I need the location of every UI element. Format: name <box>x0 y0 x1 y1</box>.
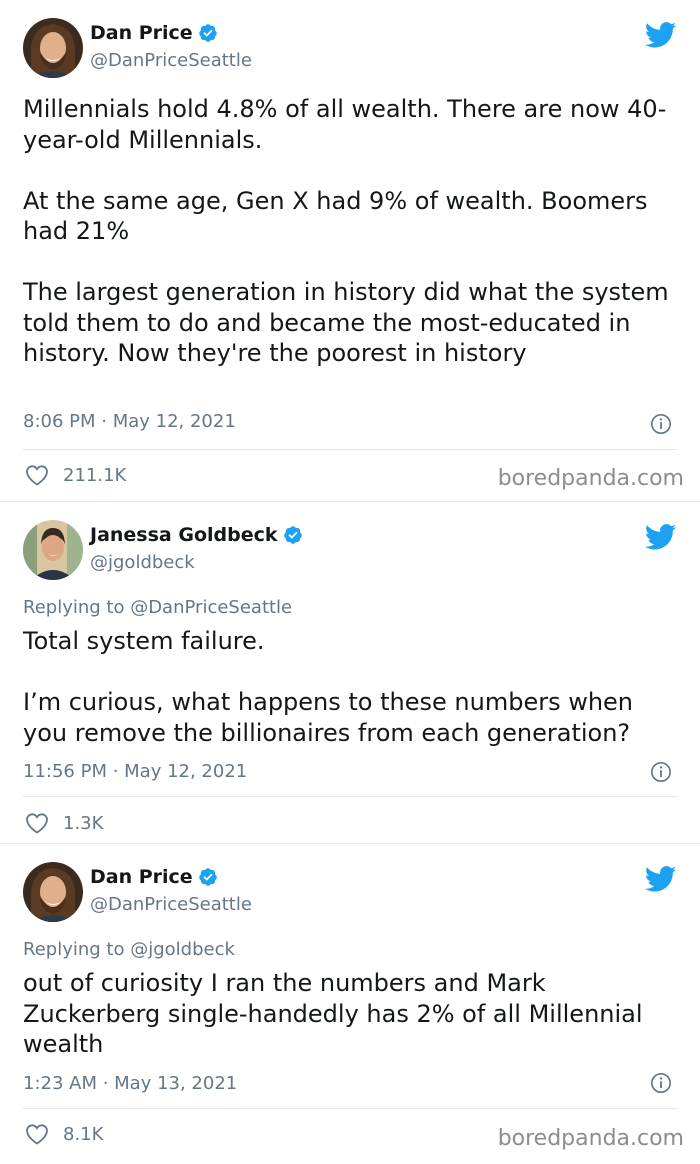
avatar[interactable] <box>23 862 83 922</box>
tweet-text: Total system failure. I’m curious, what … <box>23 627 634 747</box>
author-name[interactable]: Dan Price <box>90 22 193 44</box>
verified-badge-icon <box>198 23 218 43</box>
twitter-bird-icon[interactable] <box>645 866 677 892</box>
author-row: Dan Price <box>90 22 218 44</box>
tweet-text: Millennials hold 4.8% of all wealth. The… <box>23 95 669 367</box>
info-icon[interactable] <box>650 1072 672 1094</box>
info-icon[interactable] <box>650 413 672 435</box>
author-name[interactable]: Janessa Goldbeck <box>90 524 278 546</box>
watermark: boredpanda.com <box>497 466 684 491</box>
tweet-timestamp[interactable]: 8:06 PM · May 12, 2021 <box>23 411 236 432</box>
heart-icon <box>25 1123 49 1145</box>
like-count: 211.1K <box>63 464 127 486</box>
tweet-timestamp[interactable]: 11:56 PM · May 12, 2021 <box>23 761 247 782</box>
twitter-bird-icon[interactable] <box>645 22 677 48</box>
heart-icon <box>25 464 49 486</box>
author-handle[interactable]: @DanPriceSeattle <box>90 50 252 71</box>
author-handle[interactable]: @jgoldbeck <box>90 552 195 573</box>
tweet-timestamp[interactable]: 1:23 AM · May 13, 2021 <box>23 1073 237 1094</box>
divider <box>23 1108 677 1109</box>
bearded-man-avatar-icon <box>23 18 83 78</box>
author-handle[interactable]: @DanPriceSeattle <box>90 894 252 915</box>
like-button[interactable]: 1.3K <box>25 812 103 834</box>
tweet-2: Janessa Goldbeck @jgoldbeck Replying to … <box>0 502 700 842</box>
tweet-3: Dan Price @DanPriceSeattle Replying to @… <box>0 844 700 1164</box>
divider <box>23 796 677 797</box>
avatar[interactable] <box>23 520 83 580</box>
watermark: boredpanda.com <box>497 1126 684 1151</box>
heart-icon <box>25 812 49 834</box>
author-row: Janessa Goldbeck <box>90 524 303 546</box>
avatar[interactable] <box>23 18 83 78</box>
divider <box>23 449 677 450</box>
woman-avatar-icon <box>23 520 83 580</box>
like-button[interactable]: 211.1K <box>25 464 126 486</box>
info-icon[interactable] <box>650 761 672 783</box>
tweet-1: Dan Price @DanPriceSeattle Millennials h… <box>0 0 700 500</box>
twitter-bird-icon[interactable] <box>645 524 677 550</box>
verified-badge-icon <box>283 525 303 545</box>
like-count: 1.3K <box>63 812 104 834</box>
like-count: 8.1K <box>63 1123 104 1145</box>
replying-to[interactable]: Replying to @DanPriceSeattle <box>23 597 292 618</box>
verified-badge-icon <box>198 867 218 887</box>
replying-to[interactable]: Replying to @jgoldbeck <box>23 939 235 960</box>
tweet-text: out of curiosity I ran the numbers and M… <box>23 969 651 1058</box>
author-row: Dan Price <box>90 866 218 888</box>
author-name[interactable]: Dan Price <box>90 866 193 888</box>
bearded-man-avatar-icon <box>23 862 83 922</box>
like-button[interactable]: 8.1K <box>25 1123 103 1145</box>
